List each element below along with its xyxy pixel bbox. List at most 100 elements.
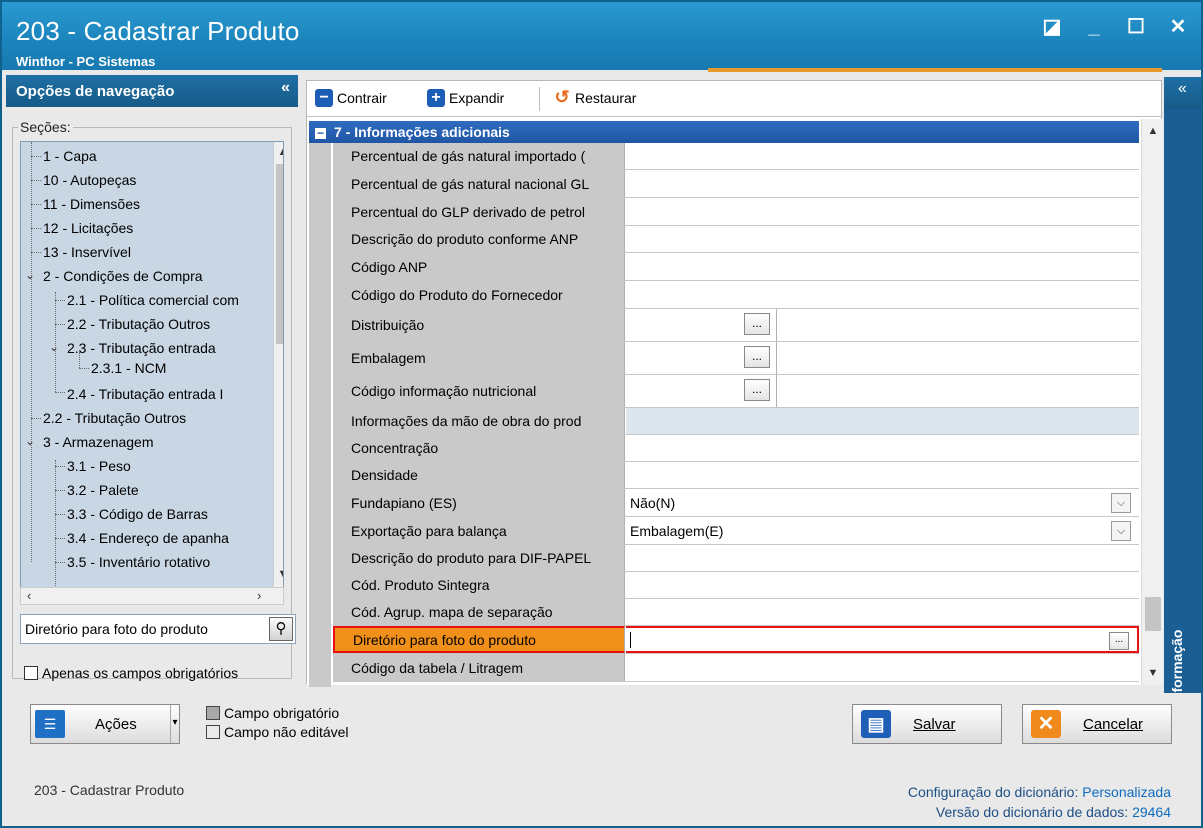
scrollbar-thumb[interactable] (1145, 597, 1161, 631)
grid-row[interactable]: Percentual de gás natural importado ( (333, 143, 1139, 170)
chevron-down-icon[interactable]: ⌄ (25, 434, 35, 448)
tree-item[interactable]: 2 - Condições de Compra (43, 266, 203, 286)
row-value[interactable]: ... (626, 375, 1139, 407)
actions-dropdown-icon[interactable]: ▾ (171, 717, 179, 728)
grid-row[interactable]: Embalagem... (333, 342, 1139, 375)
row-value[interactable] (626, 198, 1139, 225)
grid-row[interactable]: Cód. Produto Sintegra (333, 572, 1139, 599)
grid-row[interactable]: Descrição do produto conforme ANP (333, 226, 1139, 253)
restore-window-icon[interactable]: ◪ (1041, 16, 1063, 38)
tree-item[interactable]: 2.3 - Tributação entrada (67, 338, 216, 358)
row-select[interactable]: Não(N) ⌵ (626, 489, 1139, 516)
section-search-input[interactable]: Diretório para foto do produto ⚲ (20, 614, 296, 644)
tree-item[interactable]: 2.2 - Tributação Outros (67, 314, 210, 334)
dict-config-value: Personalizada (1082, 784, 1171, 800)
collapse-group-icon[interactable]: − (315, 127, 326, 139)
row-value[interactable] (626, 253, 1139, 280)
sections-tree[interactable]: 1 - Capa 10 - Autopeças 11 - Dimensões 1… (20, 141, 284, 589)
tree-item[interactable]: 10 - Autopeças (43, 170, 136, 190)
grid-row[interactable]: Distribuição... (333, 309, 1139, 342)
tree-item[interactable]: 1 - Capa (43, 146, 97, 166)
save-button[interactable]: ▤ Salvar (852, 704, 1002, 744)
row-value[interactable]: ... (626, 342, 1139, 374)
checkbox-box[interactable] (24, 666, 38, 680)
row-value-input[interactable]: ... (626, 626, 1139, 653)
grid-row[interactable]: Código ANP (333, 253, 1139, 281)
chevron-down-icon[interactable]: ⌄ (25, 268, 35, 282)
scroll-down-icon[interactable]: ▼ (1142, 667, 1164, 679)
scroll-up-icon[interactable]: ▲ (274, 146, 283, 158)
grid-row[interactable]: Percentual do GLP derivado de petrol (333, 198, 1139, 226)
row-label: Percentual do GLP derivado de petrol (333, 198, 625, 225)
row-value[interactable] (626, 226, 1139, 252)
row-value[interactable] (626, 599, 1139, 625)
restore-button[interactable]: ↺ Restaurar (553, 88, 636, 107)
row-value[interactable] (626, 654, 1139, 681)
group-header[interactable]: −7 - Informações adicionais (309, 121, 1139, 143)
cancel-button[interactable]: ✕ Cancelar (1022, 704, 1172, 744)
tree-item[interactable]: 2.1 - Política comercial com (67, 290, 239, 310)
expand-info-icon[interactable]: « (1164, 77, 1201, 109)
grid-row[interactable]: Descrição do produto para DIF-PAPEL (333, 545, 1139, 572)
tree-item[interactable]: 13 - Inservível (43, 242, 131, 262)
tree-vertical-scrollbar[interactable]: ▲ ▼ (273, 142, 283, 588)
tree-item[interactable]: 3.2 - Palete (67, 480, 139, 500)
row-label: Fundapiano (ES) (333, 489, 625, 516)
tree-item[interactable]: 12 - Licitações (43, 218, 133, 238)
tree-item[interactable]: 3.5 - Inventário rotativo (67, 552, 210, 572)
collapse-button[interactable]: − Contrair (315, 89, 387, 107)
grid-row[interactable]: Código do Produto do Fornecedor (333, 281, 1139, 309)
tree-item[interactable]: 3.3 - Código de Barras (67, 504, 208, 524)
chevron-down-icon[interactable]: ⌄ (49, 340, 59, 354)
search-icon[interactable]: ⚲ (269, 617, 293, 641)
scroll-left-icon[interactable]: ‹ (27, 588, 31, 603)
close-icon[interactable]: ✕ (1167, 16, 1189, 38)
scroll-right-icon[interactable]: › (257, 588, 261, 603)
grid-row[interactable]: Concentração (333, 435, 1139, 462)
maximize-icon[interactable]: ☐ (1125, 16, 1147, 38)
grid-row[interactable]: Percentual de gás natural nacional GL (333, 170, 1139, 198)
chevron-down-icon[interactable]: ⌵ (1111, 521, 1131, 541)
ellipsis-button[interactable]: ... (744, 346, 770, 368)
scroll-up-icon[interactable]: ▲ (1142, 125, 1164, 137)
row-value[interactable] (626, 143, 1139, 169)
row-select[interactable]: Embalagem(E) ⌵ (626, 517, 1139, 544)
row-value[interactable] (626, 170, 1139, 197)
expand-button[interactable]: + Expandir (427, 89, 504, 107)
title-accent-line (708, 68, 1162, 72)
grid-row[interactable]: Código da tabela / Litragem (333, 654, 1139, 682)
grid-vertical-scrollbar[interactable]: ▲ ▼ (1141, 119, 1163, 685)
row-value[interactable]: ... (626, 309, 1139, 341)
minimize-icon[interactable]: _ (1083, 16, 1105, 38)
grid-row[interactable]: Densidade (333, 462, 1139, 489)
tree-item[interactable]: 3.1 - Peso (67, 456, 131, 476)
info-side-panel[interactable]: « Informação (1164, 77, 1201, 705)
grid-row[interactable]: Código informação nutricional... (333, 375, 1139, 408)
tree-item[interactable]: 2.2 - Tributação Outros (43, 408, 186, 428)
ellipsis-button[interactable]: ... (744, 313, 770, 335)
grid-row[interactable]: Exportação para balança Embalagem(E) ⌵ (333, 517, 1139, 545)
tree-item[interactable]: 3 - Armazenagem (43, 432, 154, 452)
row-value[interactable] (626, 435, 1139, 461)
row-value[interactable] (626, 281, 1139, 308)
actions-button[interactable]: ☰ Ações ▾ (30, 704, 180, 744)
ellipsis-button[interactable]: ... (1109, 632, 1129, 650)
grid-row[interactable]: Cód. Agrup. mapa de separação (333, 599, 1139, 626)
tree-item[interactable]: 3.4 - Endereço de apanha (67, 528, 229, 548)
scrollbar-thumb[interactable] (276, 164, 283, 344)
row-value[interactable] (626, 462, 1139, 488)
row-value[interactable] (626, 545, 1139, 571)
tree-item[interactable]: 11 - Dimensões (43, 194, 140, 214)
tree-horizontal-scrollbar[interactable]: ‹ › (20, 587, 284, 605)
tree-item[interactable]: 2.3.1 - NCM (91, 358, 166, 378)
tree-item[interactable]: 2.4 - Tributação entrada I (67, 384, 223, 404)
scroll-down-icon[interactable]: ▼ (274, 568, 283, 580)
ellipsis-button[interactable]: ... (744, 379, 770, 401)
only-required-checkbox[interactable]: Apenas os campos obrigatórios (24, 665, 238, 681)
chevron-down-icon[interactable]: ⌵ (1111, 493, 1131, 513)
grid-row-selected[interactable]: Diretório para foto do produto... (333, 626, 1139, 654)
row-value[interactable] (626, 572, 1139, 598)
grid-row[interactable]: Informações da mão de obra do prod (333, 408, 1139, 435)
grid-row[interactable]: Fundapiano (ES) Não(N) ⌵ (333, 489, 1139, 517)
collapse-nav-icon[interactable]: « (281, 79, 290, 97)
